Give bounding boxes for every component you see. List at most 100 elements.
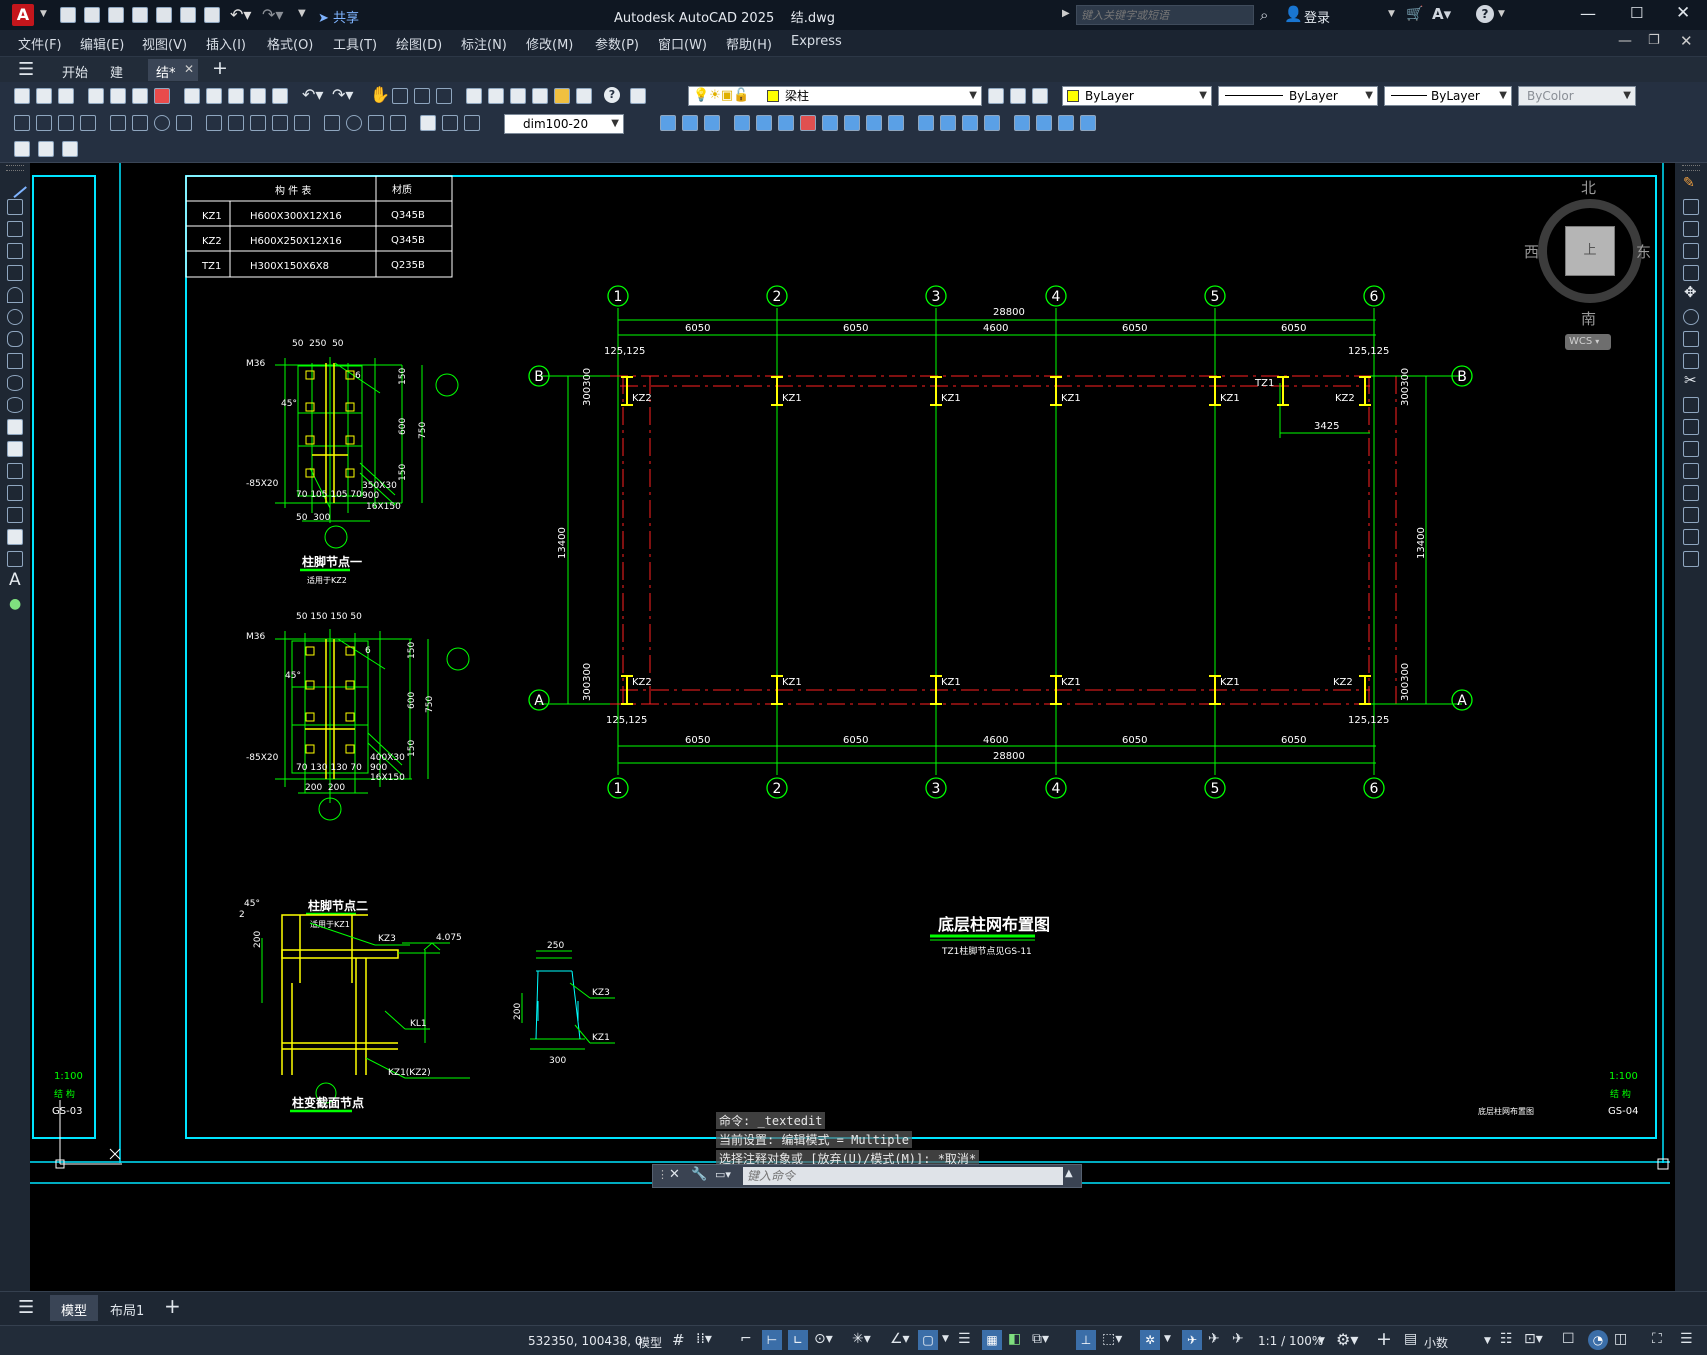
erase-icon[interactable] bbox=[660, 115, 676, 131]
new-layout-icon[interactable]: + bbox=[164, 1294, 181, 1318]
fullscreen-icon[interactable]: ⛶ bbox=[1652, 1331, 1662, 1347]
open-icon[interactable] bbox=[36, 88, 52, 104]
new-tab-icon[interactable]: + bbox=[212, 57, 228, 79]
dim-edit-icon[interactable] bbox=[420, 115, 436, 131]
annotation-scale-icon[interactable]: ✈ bbox=[1232, 1331, 1244, 1347]
quick-properties-icon[interactable]: ☷ bbox=[1500, 1331, 1513, 1347]
preview-icon[interactable] bbox=[110, 88, 126, 104]
grid-icon[interactable]: # bbox=[672, 1331, 685, 1349]
print-icon[interactable] bbox=[88, 88, 104, 104]
dim-break-icon[interactable] bbox=[294, 115, 310, 131]
properties-icon[interactable] bbox=[466, 88, 482, 104]
qsave-icon[interactable] bbox=[58, 88, 74, 104]
hardware-accel-icon[interactable]: ◔ bbox=[1588, 1330, 1608, 1350]
layer-previous-icon[interactable] bbox=[1010, 88, 1026, 104]
polygon-icon[interactable] bbox=[7, 243, 23, 259]
chamfer-tool-icon[interactable] bbox=[1683, 485, 1699, 501]
publish-icon[interactable] bbox=[132, 88, 148, 104]
tool-palettes-icon[interactable] bbox=[510, 88, 526, 104]
layer-properties-icon[interactable] bbox=[630, 88, 646, 104]
menu-parametric[interactable]: 参数(P) bbox=[595, 34, 639, 53]
line-icon[interactable] bbox=[3, 173, 27, 199]
command-input[interactable] bbox=[743, 1167, 1063, 1185]
color-dropdown[interactable]: ByLayer ▼ bbox=[1062, 86, 1212, 106]
question-icon[interactable]: ? bbox=[1476, 5, 1494, 23]
erase-tool-icon[interactable]: ✎ bbox=[1683, 175, 1695, 191]
user-icon[interactable]: 👤 bbox=[1284, 5, 1303, 23]
extend-tool-icon[interactable] bbox=[1683, 397, 1699, 413]
revcloud-icon[interactable] bbox=[7, 331, 23, 347]
plotstyle-dropdown[interactable]: ByColor ▼ bbox=[1518, 86, 1636, 106]
move-tool-icon[interactable]: ✥ bbox=[1684, 283, 1697, 301]
scale-icon[interactable] bbox=[822, 115, 838, 131]
left-toolbar-grip[interactable] bbox=[6, 165, 24, 171]
tab-jie-active[interactable]: 结* ✕ bbox=[148, 59, 198, 81]
copy-obj-icon[interactable] bbox=[682, 115, 698, 131]
annotation-monitor-icon[interactable]: + bbox=[1376, 1328, 1392, 1350]
break-icon[interactable] bbox=[918, 115, 934, 131]
inspection-icon[interactable] bbox=[368, 115, 384, 131]
transparency-icon[interactable]: ▦ bbox=[982, 1330, 1002, 1350]
dim-baseline-icon[interactable] bbox=[228, 115, 244, 131]
command-customize-icon[interactable]: 🔧 bbox=[691, 1167, 707, 1182]
insert-block-icon[interactable] bbox=[7, 419, 23, 435]
hatch-to-back-icon[interactable] bbox=[62, 141, 78, 157]
cart-icon[interactable]: 🛒 bbox=[1406, 6, 1423, 22]
break-point-icon[interactable] bbox=[1683, 419, 1699, 435]
doc-minimize-icon[interactable]: — bbox=[1618, 33, 1632, 49]
auto-scale-icon[interactable]: ✈ bbox=[1208, 1331, 1220, 1347]
move-icon[interactable] bbox=[778, 115, 794, 131]
dim-diameter-icon[interactable] bbox=[154, 115, 170, 131]
lineweight-dropdown[interactable]: ByLayer ▼ bbox=[1384, 86, 1512, 106]
join-icon[interactable] bbox=[940, 115, 956, 131]
dim-aligned-icon[interactable] bbox=[36, 115, 52, 131]
coordinates-readout[interactable]: 532350, 100438, 0 bbox=[528, 1334, 643, 1348]
save-icon[interactable] bbox=[108, 7, 124, 23]
doc-close-icon[interactable]: ✕ bbox=[1680, 32, 1693, 50]
selection-filter-icon[interactable]: ⬚▾ bbox=[1102, 1331, 1122, 1347]
help-dropdown-icon[interactable]: ▼ bbox=[1498, 9, 1505, 19]
menu-help[interactable]: 帮助(H) bbox=[726, 34, 772, 53]
selection-cycling-icon[interactable]: ◧ bbox=[1008, 1331, 1021, 1347]
add-selected-icon[interactable]: ● bbox=[9, 596, 21, 612]
offset-tool-icon[interactable] bbox=[1683, 243, 1699, 259]
tab-layout1[interactable]: 布局1 bbox=[110, 1300, 144, 1319]
login-button[interactable]: 登录 bbox=[1304, 7, 1330, 26]
minimize-window-icon[interactable]: — bbox=[1580, 4, 1596, 23]
model-space-button[interactable]: 模型 bbox=[638, 1334, 662, 1351]
help-toolbar-icon[interactable]: ? bbox=[604, 87, 620, 103]
viewcube-north[interactable]: 北 bbox=[1581, 177, 1596, 198]
quick-dim-icon[interactable] bbox=[206, 115, 222, 131]
maximize-window-icon[interactable]: ☐ bbox=[1630, 4, 1643, 22]
linetype-dropdown[interactable]: ByLayer ▼ bbox=[1218, 86, 1378, 106]
table-icon[interactable] bbox=[7, 551, 23, 567]
new-file-icon[interactable] bbox=[60, 7, 76, 23]
isolate-objects-icon[interactable]: ☐ bbox=[1562, 1331, 1575, 1347]
spline-icon[interactable] bbox=[7, 353, 23, 369]
pan-icon[interactable]: ✋ bbox=[370, 85, 390, 104]
menu-insert[interactable]: 插入(I) bbox=[206, 34, 246, 53]
units-dropdown-icon[interactable]: ▼ bbox=[1484, 1336, 1491, 1346]
tab-model[interactable]: 模型 bbox=[50, 1295, 98, 1321]
viewcube-west[interactable]: 西 bbox=[1524, 241, 1539, 262]
pedit-icon[interactable] bbox=[1080, 115, 1096, 131]
copy-tool-icon[interactable] bbox=[1683, 199, 1699, 215]
point-icon[interactable] bbox=[7, 463, 23, 479]
make-block-icon[interactable] bbox=[7, 441, 23, 457]
array-icon[interactable] bbox=[756, 115, 772, 131]
rotate-tool-icon[interactable] bbox=[1683, 309, 1699, 325]
help-search-input[interactable] bbox=[1076, 5, 1254, 25]
viewcube-south[interactable]: 南 bbox=[1581, 308, 1596, 329]
snap-icon[interactable]: ⁞⁞▾ bbox=[696, 1331, 712, 1347]
dim-text-edit-icon[interactable] bbox=[442, 115, 458, 131]
customize-qat-icon[interactable]: ▼ bbox=[298, 8, 306, 19]
dim-arc-icon[interactable] bbox=[58, 115, 74, 131]
clean-screen-icon[interactable]: ◫ bbox=[1614, 1331, 1627, 1347]
gizmo-dropdown-icon[interactable]: ▼ bbox=[1164, 1334, 1171, 1344]
viewcube-face[interactable]: 上 bbox=[1565, 226, 1615, 276]
join-tool-icon[interactable] bbox=[1683, 463, 1699, 479]
menu-express[interactable]: Express bbox=[791, 34, 842, 49]
export-icon[interactable] bbox=[180, 7, 196, 23]
right-toolbar-grip[interactable] bbox=[1682, 165, 1700, 171]
share-button[interactable]: ➤ 共享 bbox=[318, 7, 359, 26]
